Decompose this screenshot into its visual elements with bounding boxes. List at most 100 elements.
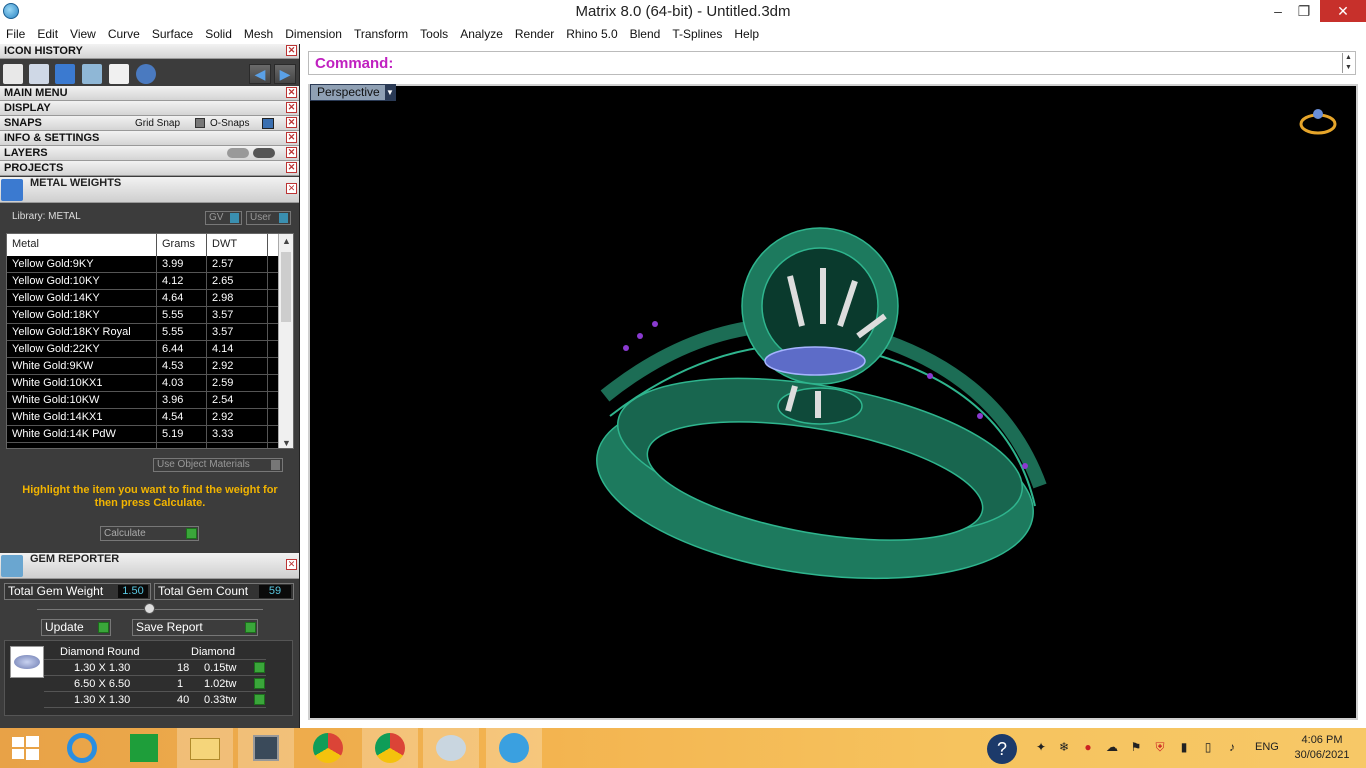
chrome-icon[interactable] [362,728,418,768]
tray-beats-icon[interactable]: ● [1081,740,1095,754]
back-arrow-icon[interactable]: ◀ [249,64,271,84]
save-icon[interactable] [3,64,23,84]
clock[interactable]: 4:06 PM 30/06/2021 [1292,733,1352,763]
table-row[interactable]: Yellow Gold:22KY 6.44 4.14 [7,341,279,358]
display-header[interactable]: DISPLAY ✕ [0,101,299,116]
gem-row[interactable]: 1.30 X 1.30 40 0.33tw [44,692,266,708]
table-row[interactable]: Yellow Gold:14KY 4.64 2.98 [7,290,279,307]
close-icon[interactable]: ✕ [286,132,297,143]
close-icon[interactable]: ✕ [286,183,297,194]
volume-icon[interactable]: ♪ [1225,740,1239,754]
eye-icon[interactable] [253,148,275,158]
menu-transform[interactable]: Transform [348,27,414,41]
table-row[interactable]: Yellow Gold:18KY Royal 5.55 3.57 [7,324,279,341]
close-icon[interactable]: ✕ [286,45,297,56]
gem-reporter-icon[interactable] [82,64,102,84]
grid-snap-toggle[interactable] [195,118,205,128]
update-button[interactable]: Update [41,619,111,636]
metal-table-scrollbar[interactable]: ▲ ▼ [278,234,293,448]
menu-view[interactable]: View [64,27,102,41]
viewport-tab-perspective[interactable]: Perspective ▼ [310,84,396,101]
projects-header[interactable]: PROJECTS ✕ [0,161,299,176]
copy-icon[interactable] [109,64,129,84]
close-icon[interactable]: ✕ [286,162,297,173]
save-report-button[interactable]: Save Report [132,619,258,636]
start-button[interactable] [0,728,56,768]
menu-surface[interactable]: Surface [146,27,199,41]
file-explorer-icon[interactable] [177,728,233,768]
table-row[interactable]: White Gold:10KW 3.96 2.54 [7,392,279,409]
perspective-viewport[interactable] [308,84,1358,720]
store-icon[interactable] [116,728,172,768]
table-row[interactable]: White Gold:10KX1 4.03 2.59 [7,375,279,392]
menu-tsplines[interactable]: T-Splines [666,27,728,41]
menu-mesh[interactable]: Mesh [238,27,279,41]
shield-icon[interactable]: ⛨ [1153,740,1167,754]
column-metal[interactable]: Metal [12,238,39,250]
tray-cloud-icon[interactable]: ☁ [1105,740,1119,754]
scroll-up-icon[interactable]: ▲ [282,236,291,246]
tray-app-icon[interactable]: ✦ [1034,740,1048,754]
scroll-down-icon[interactable]: ▼ [282,438,291,448]
play-icon[interactable] [136,64,156,84]
menu-blend[interactable]: Blend [624,27,667,41]
battery-icon[interactable]: ▯ [1201,740,1215,754]
o-snaps-toggle[interactable] [262,118,274,129]
table-row[interactable]: Yellow Gold:18KY 5.55 3.57 [7,307,279,324]
select-gem-button[interactable] [254,694,265,705]
user-toggle[interactable]: User [246,211,291,225]
calculate-button[interactable]: Calculate [100,526,199,541]
restore-button[interactable]: ❐ [1284,0,1324,22]
paint-icon[interactable] [423,728,479,768]
menu-edit[interactable]: Edit [31,27,64,41]
signal-icon[interactable]: ▮ [1177,740,1191,754]
gem-row[interactable]: 1.30 X 1.30 18 0.15tw [44,660,266,676]
column-grams[interactable]: Grams [162,238,195,250]
snaps-header[interactable]: SNAPS Grid Snap O-Snaps ✕ [0,116,299,131]
chrome-icon[interactable] [300,728,356,768]
forward-arrow-icon[interactable]: ▶ [274,64,296,84]
chevron-down-icon[interactable]: ▼ [385,85,395,100]
language-indicator[interactable]: ENG [1255,741,1279,753]
menu-help[interactable]: Help [728,27,765,41]
gv-toggle[interactable]: GV [205,211,242,225]
menu-solid[interactable]: Solid [199,27,238,41]
metal-weights-icon[interactable] [55,64,75,84]
flag-icon[interactable]: ⚑ [1129,740,1143,754]
close-button[interactable]: ✕ [1320,0,1366,22]
layer-toggle-icon[interactable] [227,148,249,158]
ring-model[interactable] [310,86,1356,718]
collapse-icon[interactable] [144,603,155,614]
main-menu-header[interactable]: MAIN MENU ✕ [0,86,299,101]
use-object-materials-toggle[interactable]: Use Object Materials [153,458,283,472]
menu-tools[interactable]: Tools [414,27,454,41]
table-row[interactable]: White Gold:9KW 4.53 2.92 [7,358,279,375]
matrix-app-icon[interactable] [238,728,294,768]
layers-header[interactable]: LAYERS ✕ [0,146,299,161]
view-orientation-icon[interactable] [1299,109,1337,135]
close-icon[interactable]: ✕ [286,147,297,158]
menu-render[interactable]: Render [509,27,560,41]
close-icon[interactable]: ✕ [286,117,297,128]
table-row[interactable]: White Gold:14KX1 4.54 2.92 [7,409,279,426]
close-icon[interactable]: ✕ [286,102,297,113]
table-row[interactable]: White Gold:14K PdW 5.19 3.33 [7,426,279,443]
icon-history-header[interactable]: ICON HISTORY ✕ [0,44,299,59]
command-input[interactable] [401,54,1341,72]
internet-explorer-icon[interactable] [55,728,111,768]
help-icon[interactable]: ? [987,734,1017,764]
tray-snowflake-icon[interactable]: ❄ [1057,740,1071,754]
menu-dimension[interactable]: Dimension [279,27,348,41]
select-gem-button[interactable] [254,678,265,689]
command-spinner[interactable]: ▲ ▼ [1342,53,1354,73]
menu-analyze[interactable]: Analyze [454,27,509,41]
table-row[interactable]: Yellow Gold:9KY 3.99 2.57 [7,256,279,273]
info-settings-header[interactable]: INFO & SETTINGS ✕ [0,131,299,146]
menu-file[interactable]: File [0,27,31,41]
select-gem-button[interactable] [254,662,265,673]
vsphere-icon[interactable] [486,728,542,768]
menu-rhino[interactable]: Rhino 5.0 [560,27,623,41]
close-icon[interactable]: ✕ [286,87,297,98]
table-row[interactable]: Yellow Gold:10KY 4.12 2.65 [7,273,279,290]
scroll-thumb[interactable] [281,252,291,322]
